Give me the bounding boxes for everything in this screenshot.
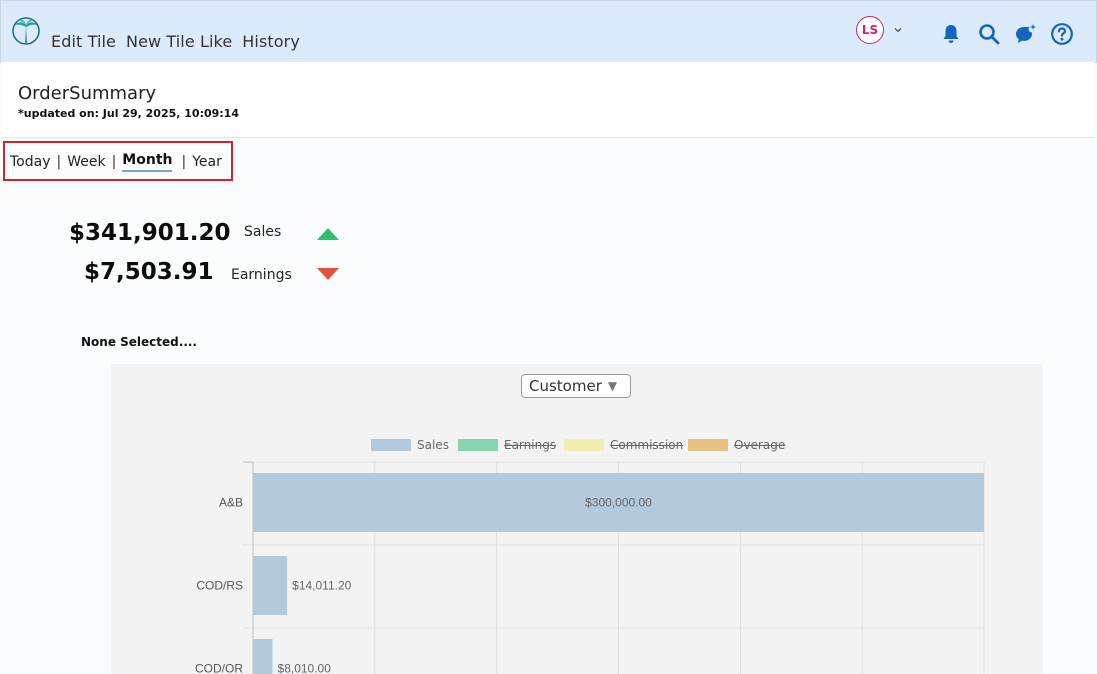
sales-value: $341,901.20 [69,220,231,246]
tab-separator: | [111,154,117,170]
tab-year[interactable]: Year [192,154,222,170]
search-icon[interactable] [977,22,1001,46]
tab-month[interactable]: Month [122,152,173,172]
tab-separator: | [181,154,187,170]
selection-status: None Selected.... [81,335,197,349]
chart-panel: Customer ▼ Sales Earnings Commission Ove… [111,364,1043,674]
menu-edit-tile[interactable]: Edit Tile [51,32,116,51]
tab-week[interactable]: Week [67,154,105,170]
category-label: COD/RS [196,579,243,593]
menu-new-tile-like[interactable]: New Tile Like [126,32,232,51]
data-label: $300,000.00 [585,496,652,510]
app-header: Edit Tile New Tile Like History LS [0,0,1097,63]
bar-cod-rs [253,556,288,615]
user-avatar[interactable]: LS [856,16,884,44]
period-tabs: Today | Week | Month | Year [10,152,222,172]
updated-timestamp: *updated on: Jul 29, 2025, 10:09:14 [18,107,239,120]
tile-title: OrderSummary [18,83,157,104]
tile-menu: Edit Tile New Tile Like History [51,32,300,51]
trend-down-icon [317,268,339,280]
bar-cod-or [253,639,273,674]
data-label: $8,010.00 [278,662,332,674]
category-label: A&B [219,496,243,510]
tile-title-panel: OrderSummary *updated on: Jul 29, 2025, … [1,62,1095,138]
earnings-value: $7,503.91 [84,259,214,285]
bell-icon[interactable] [939,22,963,46]
palm-tree-logo-icon[interactable] [11,16,41,50]
menu-history[interactable]: History [242,32,300,51]
tab-today[interactable]: Today [10,154,51,170]
data-label: $14,011.20 [292,579,351,593]
category-label: COD/OR [195,662,243,674]
sales-label: Sales [244,224,282,240]
help-icon[interactable] [1050,22,1074,46]
tab-separator: | [56,154,62,170]
ai-assistant-icon[interactable] [1013,22,1037,46]
chevron-down-icon[interactable] [893,25,903,35]
trend-up-icon [317,228,339,240]
customer-bar-chart: A&B $300,000.00 COD/RS $14,011.20 COD/OR $8,0… [195,461,985,674]
earnings-label: Earnings [231,267,292,283]
